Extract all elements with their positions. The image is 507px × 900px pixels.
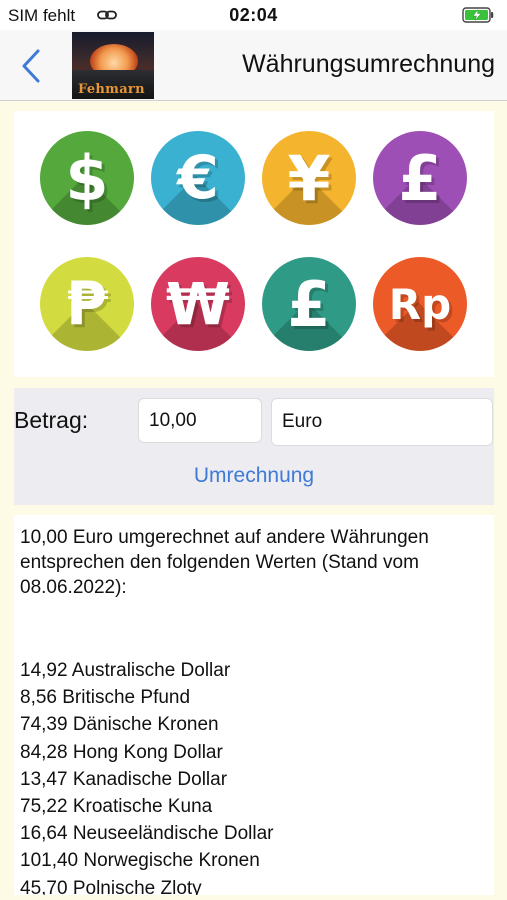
result-intro: 10,00 Euro umgerechnet auf andere Währun… [20, 527, 429, 598]
pound-icon: £ [262, 257, 356, 351]
won-icon: ₩ [151, 257, 245, 351]
chevron-left-icon [22, 49, 40, 83]
back-button[interactable] [14, 46, 48, 86]
rate-item: 45,70 Polnische Zloty [20, 877, 202, 895]
amount-input[interactable] [138, 398, 262, 443]
rate-item: 16,64 Neuseeländische Dollar [20, 823, 274, 845]
conversion-form: Betrag: Umrechnung [14, 388, 494, 505]
euro-icon: € [151, 131, 245, 225]
clock: 02:04 [229, 5, 278, 25]
rate-item: 8,56 Britische Pfund [20, 687, 191, 709]
rate-item: 74,39 Dänische Kronen [20, 714, 219, 736]
rate-item: 75,22 Kroatische Kuna [20, 796, 213, 818]
rate-item: 13,47 Kanadische Dollar [20, 768, 228, 790]
logo-text: Fehmarn [78, 82, 145, 97]
currency-input[interactable] [271, 398, 493, 446]
rate-item: 101,40 Norwegische Kronen [20, 850, 260, 872]
amount-label: Betrag: [14, 407, 89, 433]
rupiah-icon: Rp [373, 257, 467, 351]
page-title: Währungsumrechnung [242, 50, 495, 78]
battery-charging-icon [462, 7, 494, 23]
result-panel: 10,00 Euro umgerechnet auf andere Währun… [14, 515, 494, 895]
rate-item: 14,92 Australische Dollar [20, 660, 231, 681]
pound-icon: £ [373, 131, 467, 225]
yen-icon: ¥ [262, 131, 356, 225]
status-bar: SIM fehlt 02:04 [0, 0, 507, 30]
currency-icon-grid: $ € ¥ £ ₱ ₩ £ Rp [14, 111, 494, 377]
convert-button[interactable]: Umrechnung [14, 464, 494, 488]
peso-icon: ₱ [40, 257, 134, 351]
navigation-bar: Fehmarn Währungsumrechnung [0, 30, 507, 101]
rate-item: 84,28 Hong Kong Dollar [20, 741, 223, 763]
content-area: $ € ¥ £ ₱ ₩ £ Rp Betrag: Umrechnung 10,0… [0, 101, 507, 900]
dollar-icon: $ [40, 131, 134, 225]
fehmarn-logo: Fehmarn [72, 32, 154, 99]
rates-list: 14,92 Australische Dollar 8,56 Britische… [20, 657, 490, 895]
